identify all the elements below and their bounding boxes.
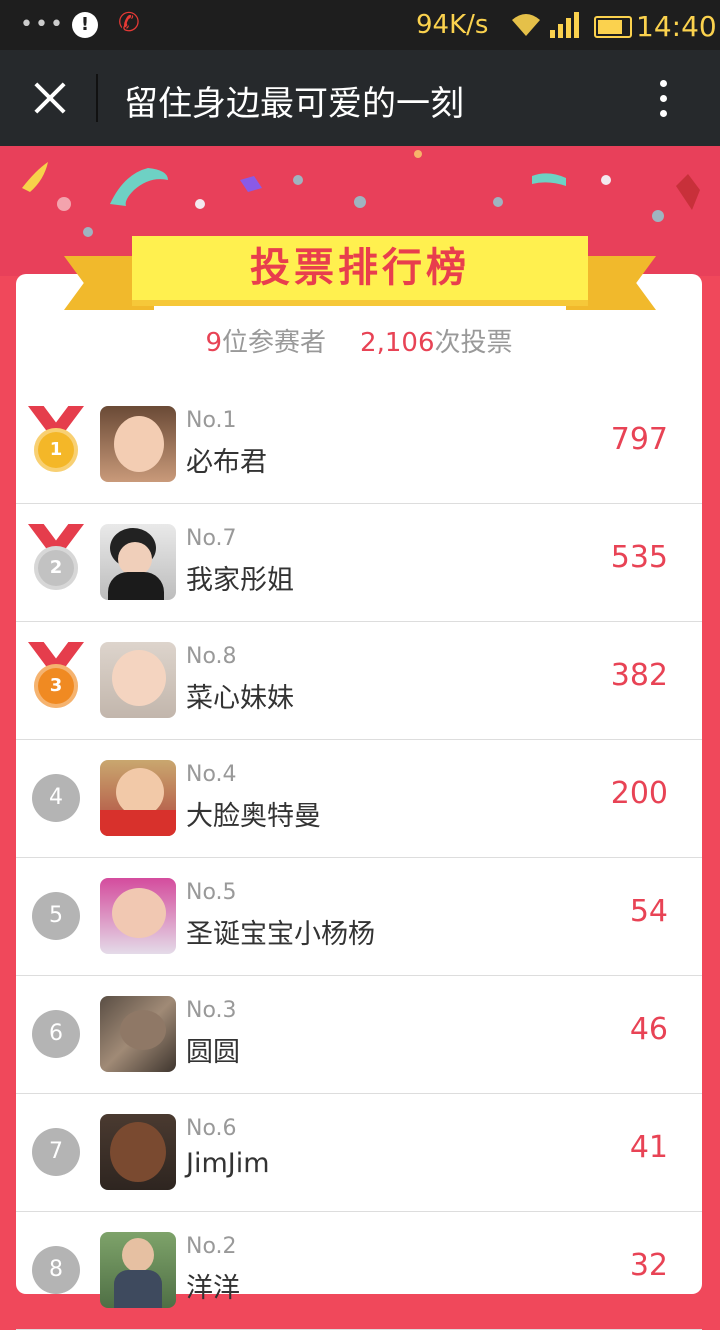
title-bar: 留住身边最可爱的一刻 [0, 50, 720, 146]
entry-number: No.5 [186, 880, 237, 905]
avatar [100, 878, 176, 954]
entry-name: 我家彤姐 [186, 565, 294, 596]
gold-medal-icon: 1 [28, 406, 84, 478]
network-speed: 94K/s [416, 10, 489, 40]
clock: 14:40 [636, 10, 717, 43]
signal-icon [550, 12, 580, 42]
bronze-medal-icon: 3 [28, 642, 84, 714]
vote-count: 46 [629, 1012, 668, 1047]
ranking-list: 1 No.1 必布君 797 2 No.7 我家彤姐 535 3 No.8 菜心… [16, 386, 702, 1330]
title-divider [96, 74, 98, 122]
contest-summary: 9位参赛者 2,106次投票 [16, 322, 702, 359]
rank-number: 4 [32, 774, 80, 822]
entry-number: No.8 [186, 644, 237, 669]
rank-number: 2 [34, 546, 78, 590]
ranking-row[interactable]: 4 No.4 大脸奥特曼 200 [16, 740, 702, 858]
rank-number: 6 [32, 1010, 80, 1058]
entry-name: 菜心妹妹 [186, 683, 294, 714]
avatar [100, 996, 176, 1072]
rank-number: 5 [32, 892, 80, 940]
vote-count: 382 [610, 658, 668, 693]
votes-label: 次投票 [434, 328, 513, 358]
rank-number: 8 [32, 1246, 80, 1294]
ranking-row[interactable]: 6 No.3 圆圆 46 [16, 976, 702, 1094]
missed-call-icon: ✆ [118, 8, 140, 38]
avatar [100, 642, 176, 718]
vote-count: 32 [629, 1248, 668, 1283]
silver-medal-icon: 2 [28, 524, 84, 596]
entry-name: 洋洋 [186, 1273, 240, 1304]
leaderboard-ribbon: 投票排行榜 [60, 230, 660, 314]
overflow-notifications-icon: ••• [20, 12, 65, 37]
entry-number: No.6 [186, 1116, 237, 1141]
entry-name: 大脸奥特曼 [186, 801, 321, 832]
avatar [100, 1232, 176, 1308]
close-icon[interactable] [26, 74, 74, 122]
rank-number: 7 [32, 1128, 80, 1176]
avatar [100, 760, 176, 836]
vote-count: 535 [610, 540, 668, 575]
rank-number: 1 [34, 428, 78, 472]
rank-number: 3 [34, 664, 78, 708]
leaderboard-card: 9位参赛者 2,106次投票 1 No.1 必布君 797 2 No.7 我家彤… [16, 274, 702, 1330]
vote-count: 200 [610, 776, 668, 811]
ranking-row[interactable]: 1 No.1 必布君 797 [16, 386, 702, 504]
status-bar: ••• ! ✆ 94K/s 14:40 [0, 0, 720, 50]
page-title: 留住身边最可爱的一刻 [124, 84, 464, 124]
ranking-row[interactable]: 8 No.2 洋洋 32 [16, 1212, 702, 1330]
avatar [100, 1114, 176, 1190]
more-vertical-icon[interactable] [648, 76, 678, 126]
entry-number: No.2 [186, 1234, 237, 1259]
battery-icon [594, 16, 632, 38]
ranking-row[interactable]: 3 No.8 菜心妹妹 382 [16, 622, 702, 740]
votes-total: 2,106 [360, 328, 435, 358]
participants-label: 位参赛者 [222, 328, 327, 358]
ranking-row[interactable]: 5 No.5 圣诞宝宝小杨杨 54 [16, 858, 702, 976]
vote-count: 54 [629, 894, 668, 929]
entry-number: No.4 [186, 762, 237, 787]
wifi-icon [510, 10, 542, 42]
alert-icon: ! [72, 12, 98, 38]
avatar [100, 406, 176, 482]
leaderboard-title: 投票排行榜 [250, 245, 470, 291]
vote-count: 41 [629, 1130, 668, 1165]
entry-name: JimJim [186, 1148, 270, 1179]
entry-name: 圆圆 [186, 1037, 240, 1068]
entry-number: No.1 [186, 408, 237, 433]
ranking-row[interactable]: 2 No.7 我家彤姐 535 [16, 504, 702, 622]
entry-name: 必布君 [186, 447, 267, 478]
entry-number: No.7 [186, 526, 237, 551]
entry-name: 圣诞宝宝小杨杨 [186, 919, 375, 950]
ribbon-banner: 投票排行榜 [132, 236, 588, 306]
participants-count: 9 [205, 328, 223, 358]
vote-count: 797 [610, 422, 668, 457]
ranking-row[interactable]: 7 No.6 JimJim 41 [16, 1094, 702, 1212]
avatar [100, 524, 176, 600]
entry-number: No.3 [186, 998, 237, 1023]
